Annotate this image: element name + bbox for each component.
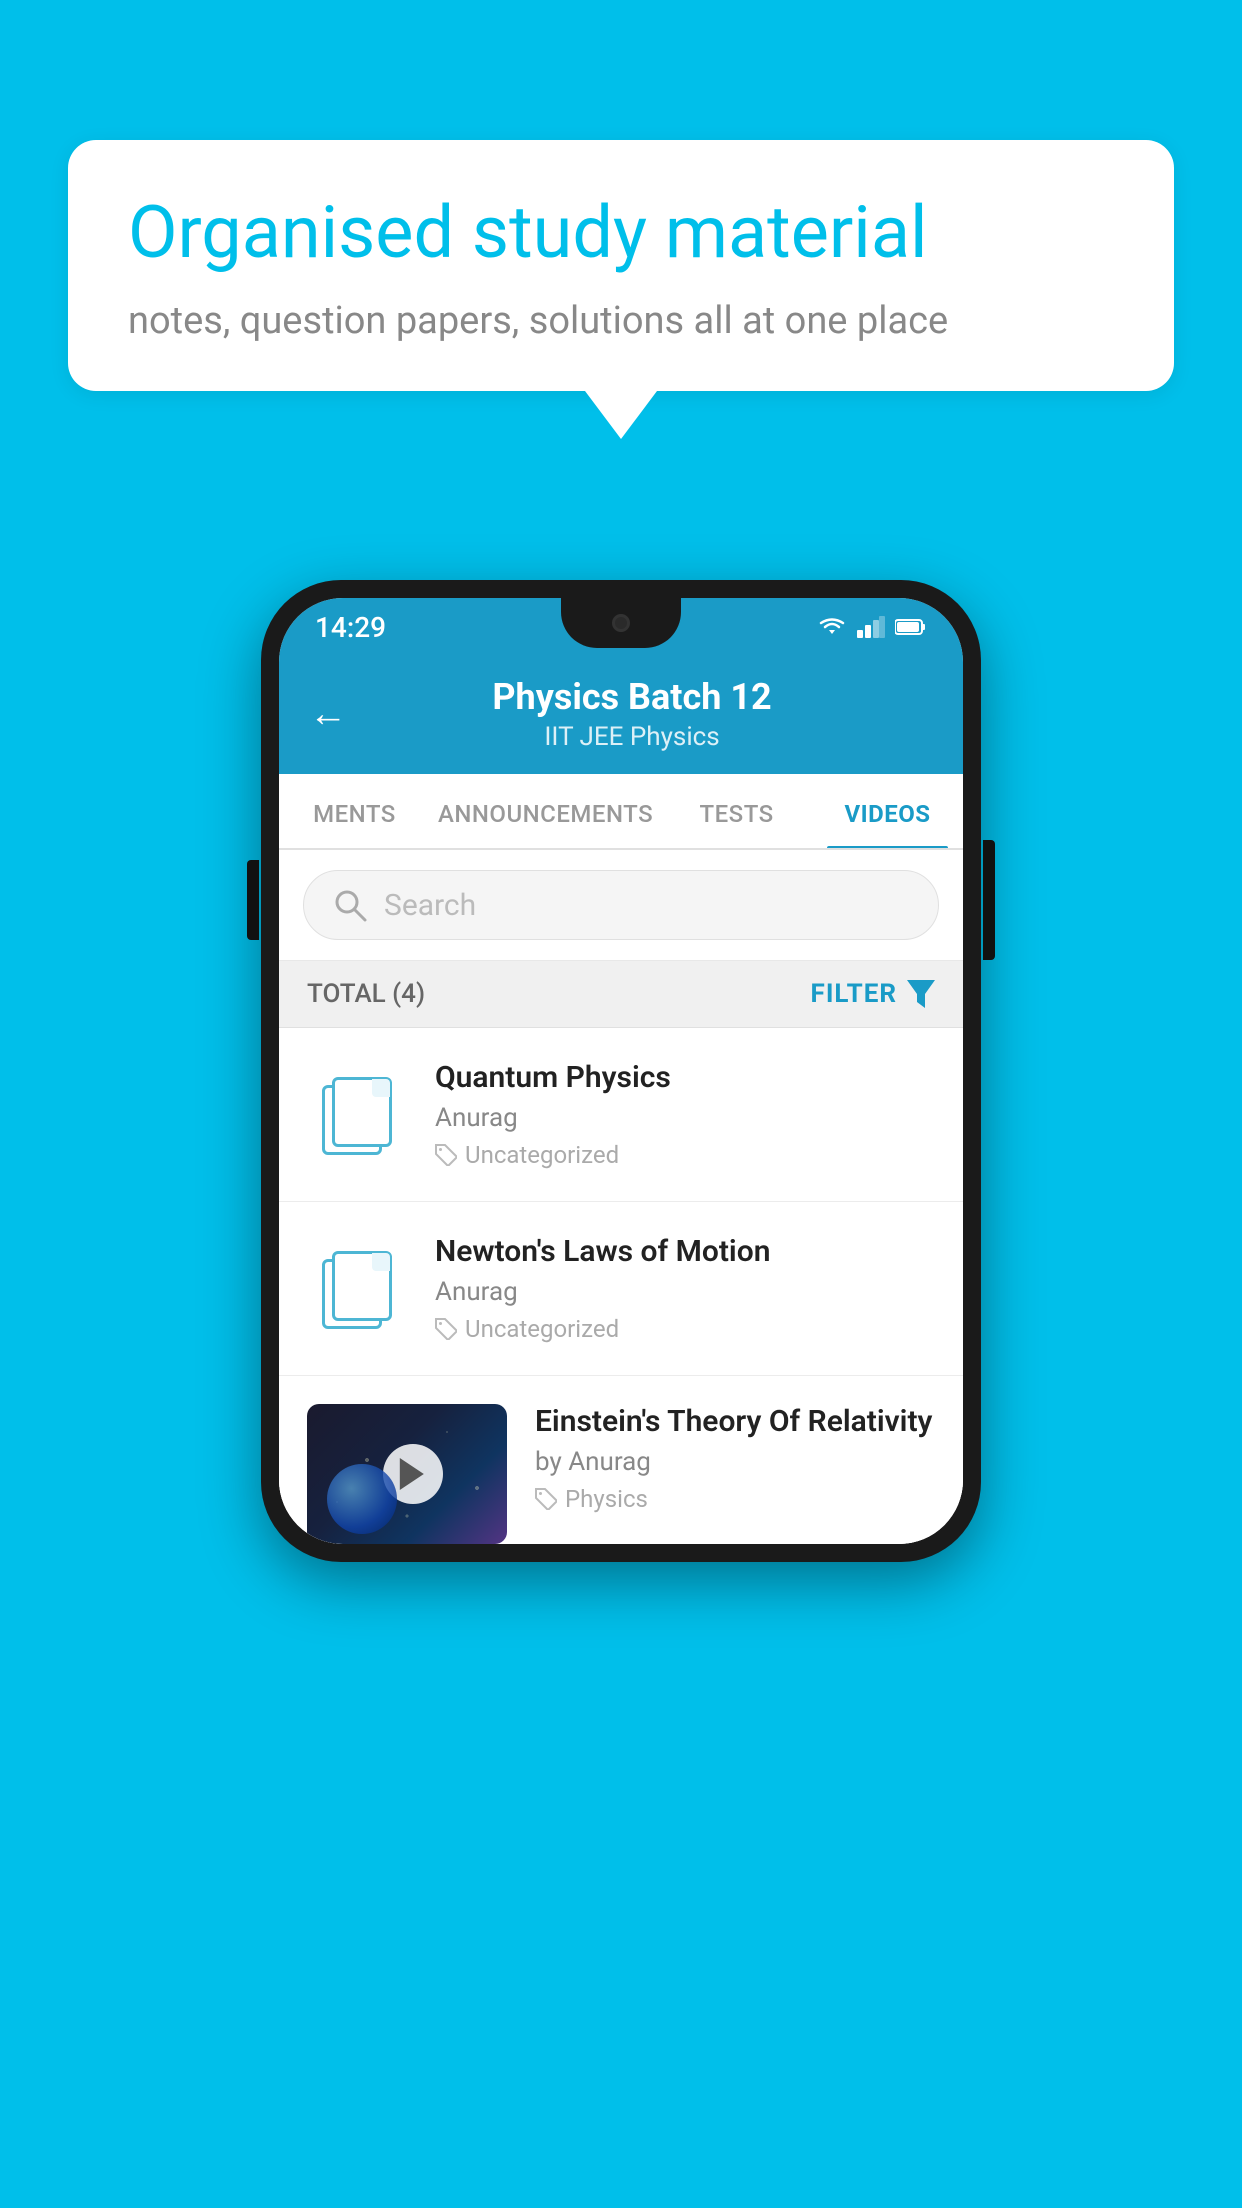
speech-bubble-title: Organised study material [128, 192, 1114, 275]
filter-icon [907, 980, 935, 1008]
header-title: Physics Batch 12 [371, 676, 893, 718]
video-title-quantum: Quantum Physics [435, 1060, 935, 1095]
video-title-newton: Newton's Laws of Motion [435, 1234, 935, 1269]
video-tag-einstein: Physics [535, 1485, 935, 1513]
speech-bubble-subtitle: notes, question papers, solutions all at… [128, 299, 1114, 343]
speech-bubble-card: Organised study material notes, question… [68, 140, 1174, 391]
phone-mockup: 14:29 [261, 580, 981, 1562]
tabs-bar: MENTS ANNOUNCEMENTS TESTS VIDEOS [279, 774, 963, 850]
video-info-einstein: Einstein's Theory Of Relativity by Anura… [535, 1404, 935, 1513]
total-count: TOTAL (4) [307, 979, 425, 1009]
camera-dot [612, 614, 630, 632]
video-info-newton: Newton's Laws of Motion Anurag Uncategor… [435, 1234, 935, 1343]
status-time: 14:29 [315, 611, 386, 644]
battery-icon [895, 618, 927, 636]
video-list: Quantum Physics Anurag Uncategorized [279, 1028, 963, 1544]
video-info-quantum: Quantum Physics Anurag Uncategorized [435, 1060, 935, 1169]
search-placeholder: Search [384, 888, 476, 923]
video-item-quantum[interactable]: Quantum Physics Anurag Uncategorized [279, 1028, 963, 1202]
filter-button[interactable]: FILTER [811, 979, 935, 1009]
filter-bar: TOTAL (4) FILTER [279, 961, 963, 1028]
tab-ments[interactable]: MENTS [279, 774, 430, 848]
video-thumbnail-einstein [307, 1404, 507, 1544]
video-tag-newton: Uncategorized [435, 1315, 935, 1343]
speech-bubble-arrow [585, 391, 657, 439]
tab-videos[interactable]: VIDEOS [812, 774, 963, 848]
speech-bubble-section: Organised study material notes, question… [68, 140, 1174, 439]
back-button[interactable]: ← [309, 695, 347, 733]
video-tag-quantum: Uncategorized [435, 1141, 935, 1169]
header-title-group: Physics Batch 12 IIT JEE Physics [371, 676, 933, 752]
video-author-newton: Anurag [435, 1277, 935, 1307]
phone-body: 14:29 [261, 580, 981, 1562]
app-header: ← Physics Batch 12 IIT JEE Physics [279, 656, 963, 774]
notch [561, 598, 681, 648]
tag-icon-3 [535, 1488, 557, 1510]
search-box[interactable]: Search [303, 870, 939, 940]
video-author-quantum: Anurag [435, 1103, 935, 1133]
header-subtitle: IIT JEE Physics [371, 722, 893, 752]
video-item-newton[interactable]: Newton's Laws of Motion Anurag Uncategor… [279, 1202, 963, 1376]
search-container: Search [279, 850, 963, 961]
status-bar: 14:29 [279, 598, 963, 656]
video-thumb-quantum [307, 1075, 407, 1155]
phone-screen: 14:29 [279, 598, 963, 1544]
tag-icon [435, 1144, 457, 1166]
video-author-einstein: by Anurag [535, 1447, 935, 1477]
video-item-einstein[interactable]: Einstein's Theory Of Relativity by Anura… [279, 1376, 963, 1544]
tab-tests[interactable]: TESTS [661, 774, 812, 848]
status-icons [817, 616, 927, 638]
file-icon [322, 1075, 392, 1155]
video-thumb-newton [307, 1249, 407, 1329]
signal-icon [857, 616, 885, 638]
wifi-icon [817, 616, 847, 638]
tag-icon-2 [435, 1318, 457, 1340]
tab-announcements[interactable]: ANNOUNCEMENTS [430, 774, 661, 848]
file-icon-2 [322, 1249, 392, 1329]
video-title-einstein: Einstein's Theory Of Relativity [535, 1404, 935, 1439]
play-icon [400, 1458, 424, 1490]
search-icon [332, 887, 368, 923]
